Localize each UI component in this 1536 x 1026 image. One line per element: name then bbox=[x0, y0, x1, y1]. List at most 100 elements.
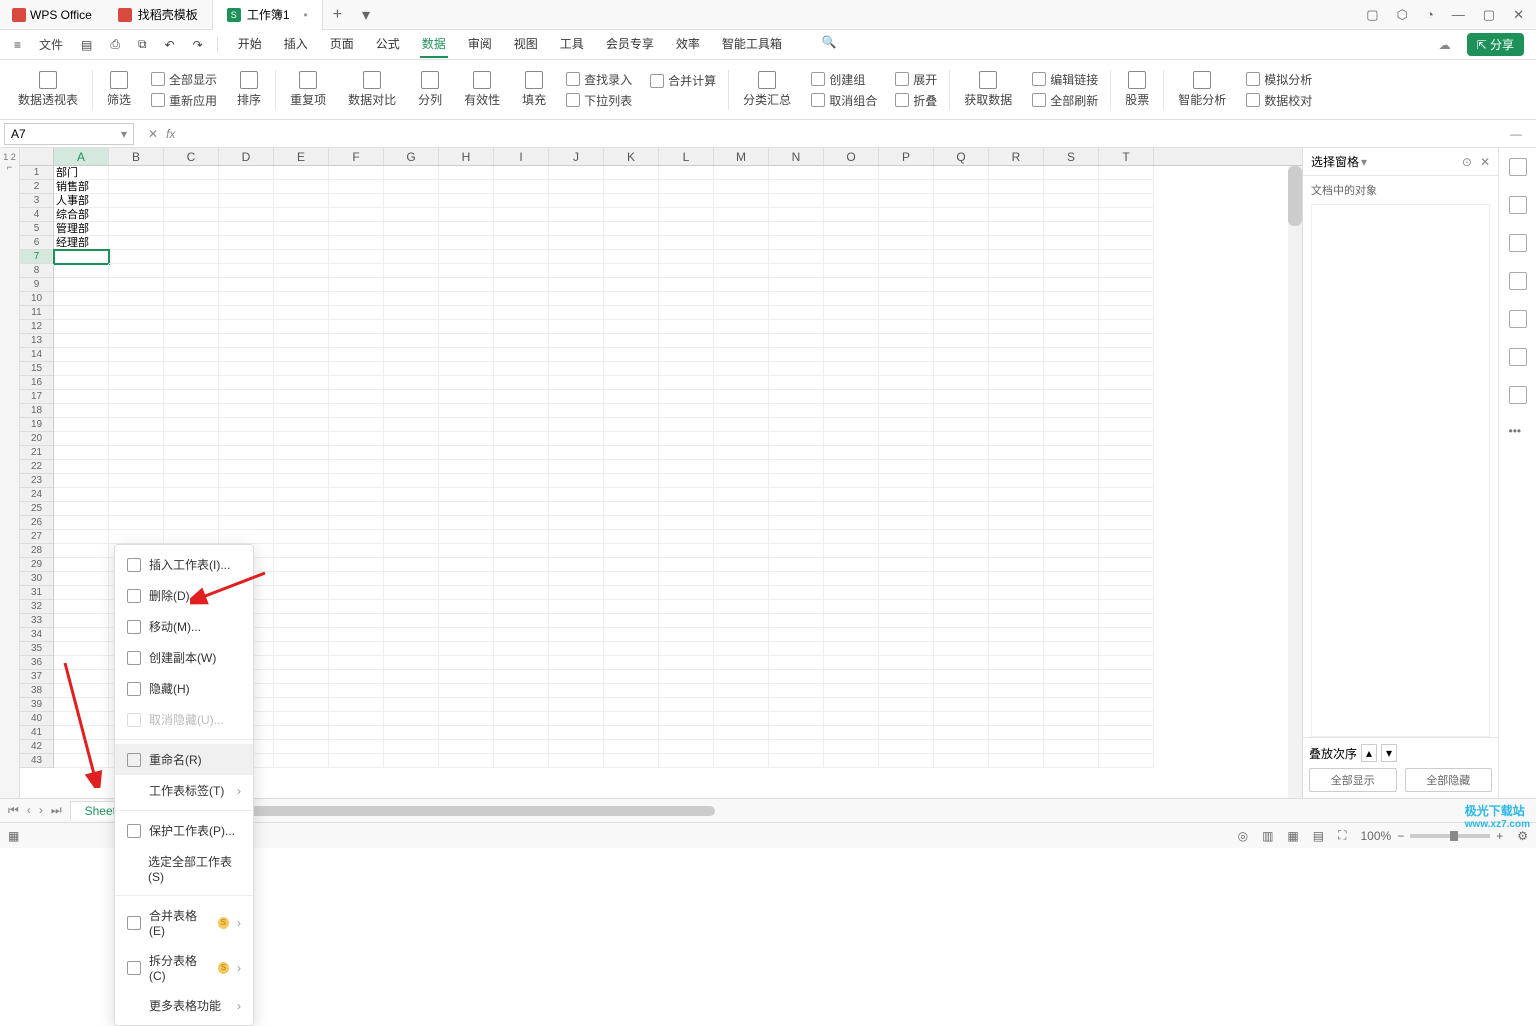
cell-N2[interactable] bbox=[769, 180, 824, 194]
cell-I2[interactable] bbox=[494, 180, 549, 194]
cell-R19[interactable] bbox=[989, 418, 1044, 432]
cell-I38[interactable] bbox=[494, 684, 549, 698]
scrollbar-thumb[interactable] bbox=[181, 806, 715, 816]
redo-icon[interactable]: ↷ bbox=[185, 34, 211, 56]
cell-R21[interactable] bbox=[989, 446, 1044, 460]
cell-H6[interactable] bbox=[439, 236, 494, 250]
cell-J39[interactable] bbox=[549, 698, 604, 712]
cell-A9[interactable] bbox=[54, 278, 109, 292]
row-header[interactable]: 7 bbox=[20, 250, 54, 264]
cell-R5[interactable] bbox=[989, 222, 1044, 236]
cell-F10[interactable] bbox=[329, 292, 384, 306]
cell-H22[interactable] bbox=[439, 460, 494, 474]
cell-M31[interactable] bbox=[714, 586, 769, 600]
zoom-out-icon[interactable]: − bbox=[1397, 829, 1404, 843]
dropdown-button[interactable]: 下拉列表 bbox=[566, 92, 632, 109]
cell-H18[interactable] bbox=[439, 404, 494, 418]
cell-M17[interactable] bbox=[714, 390, 769, 404]
pin-icon[interactable]: ⊙ bbox=[1462, 155, 1472, 169]
cell-L19[interactable] bbox=[659, 418, 714, 432]
cell-O32[interactable] bbox=[824, 600, 879, 614]
cell-F37[interactable] bbox=[329, 670, 384, 684]
cell-T2[interactable] bbox=[1099, 180, 1154, 194]
cell-O35[interactable] bbox=[824, 642, 879, 656]
cell-T40[interactable] bbox=[1099, 712, 1154, 726]
cell-I16[interactable] bbox=[494, 376, 549, 390]
cell-K31[interactable] bbox=[604, 586, 659, 600]
cell-F29[interactable] bbox=[329, 558, 384, 572]
cell-P11[interactable] bbox=[879, 306, 934, 320]
cell-E5[interactable] bbox=[274, 222, 329, 236]
cell-I30[interactable] bbox=[494, 572, 549, 586]
cell-H34[interactable] bbox=[439, 628, 494, 642]
col-header-O[interactable]: O bbox=[824, 148, 879, 165]
duplicates-button[interactable]: 重复项 bbox=[282, 71, 334, 108]
row-header[interactable]: 1 bbox=[20, 166, 54, 180]
cell-P4[interactable] bbox=[879, 208, 934, 222]
cell-L42[interactable] bbox=[659, 740, 714, 754]
cell-A23[interactable] bbox=[54, 474, 109, 488]
cell-N13[interactable] bbox=[769, 334, 824, 348]
cell-C18[interactable] bbox=[164, 404, 219, 418]
cell-F5[interactable] bbox=[329, 222, 384, 236]
cell-K29[interactable] bbox=[604, 558, 659, 572]
cell-H41[interactable] bbox=[439, 726, 494, 740]
cell-M5[interactable] bbox=[714, 222, 769, 236]
cell-F21[interactable] bbox=[329, 446, 384, 460]
cell-R20[interactable] bbox=[989, 432, 1044, 446]
cell-H42[interactable] bbox=[439, 740, 494, 754]
cell-E21[interactable] bbox=[274, 446, 329, 460]
cell-N32[interactable] bbox=[769, 600, 824, 614]
cell-I24[interactable] bbox=[494, 488, 549, 502]
cell-H7[interactable] bbox=[439, 250, 494, 264]
cell-I8[interactable] bbox=[494, 264, 549, 278]
cell-O38[interactable] bbox=[824, 684, 879, 698]
cell-O27[interactable] bbox=[824, 530, 879, 544]
cell-R29[interactable] bbox=[989, 558, 1044, 572]
properties-icon[interactable] bbox=[1509, 348, 1527, 366]
cell-J31[interactable] bbox=[549, 586, 604, 600]
cell-T41[interactable] bbox=[1099, 726, 1154, 740]
cell-E12[interactable] bbox=[274, 320, 329, 334]
cell-I15[interactable] bbox=[494, 362, 549, 376]
cell-T21[interactable] bbox=[1099, 446, 1154, 460]
cell-D22[interactable] bbox=[219, 460, 274, 474]
cell-K35[interactable] bbox=[604, 642, 659, 656]
row-header[interactable]: 24 bbox=[20, 488, 54, 502]
cell-R16[interactable] bbox=[989, 376, 1044, 390]
add-tab-button[interactable]: + bbox=[323, 6, 352, 24]
cell-A39[interactable] bbox=[54, 698, 109, 712]
cell-C25[interactable] bbox=[164, 502, 219, 516]
cell-H13[interactable] bbox=[439, 334, 494, 348]
share-button[interactable]: ⇱ 分享 bbox=[1467, 33, 1524, 56]
cell-C4[interactable] bbox=[164, 208, 219, 222]
cell-D15[interactable] bbox=[219, 362, 274, 376]
cell-O16[interactable] bbox=[824, 376, 879, 390]
cell-E29[interactable] bbox=[274, 558, 329, 572]
col-header-S[interactable]: S bbox=[1044, 148, 1099, 165]
cell-K30[interactable] bbox=[604, 572, 659, 586]
cell-S28[interactable] bbox=[1044, 544, 1099, 558]
cell-N12[interactable] bbox=[769, 320, 824, 334]
cell-P30[interactable] bbox=[879, 572, 934, 586]
cell-A3[interactable]: 人事部 bbox=[54, 194, 109, 208]
cell-G13[interactable] bbox=[384, 334, 439, 348]
cell-B24[interactable] bbox=[109, 488, 164, 502]
cell-J9[interactable] bbox=[549, 278, 604, 292]
cell-N42[interactable] bbox=[769, 740, 824, 754]
cell-E41[interactable] bbox=[274, 726, 329, 740]
cell-R6[interactable] bbox=[989, 236, 1044, 250]
cell-E25[interactable] bbox=[274, 502, 329, 516]
cell-I34[interactable] bbox=[494, 628, 549, 642]
cell-H29[interactable] bbox=[439, 558, 494, 572]
cell-K27[interactable] bbox=[604, 530, 659, 544]
cell-M11[interactable] bbox=[714, 306, 769, 320]
cell-P23[interactable] bbox=[879, 474, 934, 488]
row-header[interactable]: 42 bbox=[20, 740, 54, 754]
filter-button[interactable]: 筛选 bbox=[99, 71, 139, 108]
cell-M35[interactable] bbox=[714, 642, 769, 656]
cell-R10[interactable] bbox=[989, 292, 1044, 306]
cell-G21[interactable] bbox=[384, 446, 439, 460]
cell-K2[interactable] bbox=[604, 180, 659, 194]
cell-I26[interactable] bbox=[494, 516, 549, 530]
